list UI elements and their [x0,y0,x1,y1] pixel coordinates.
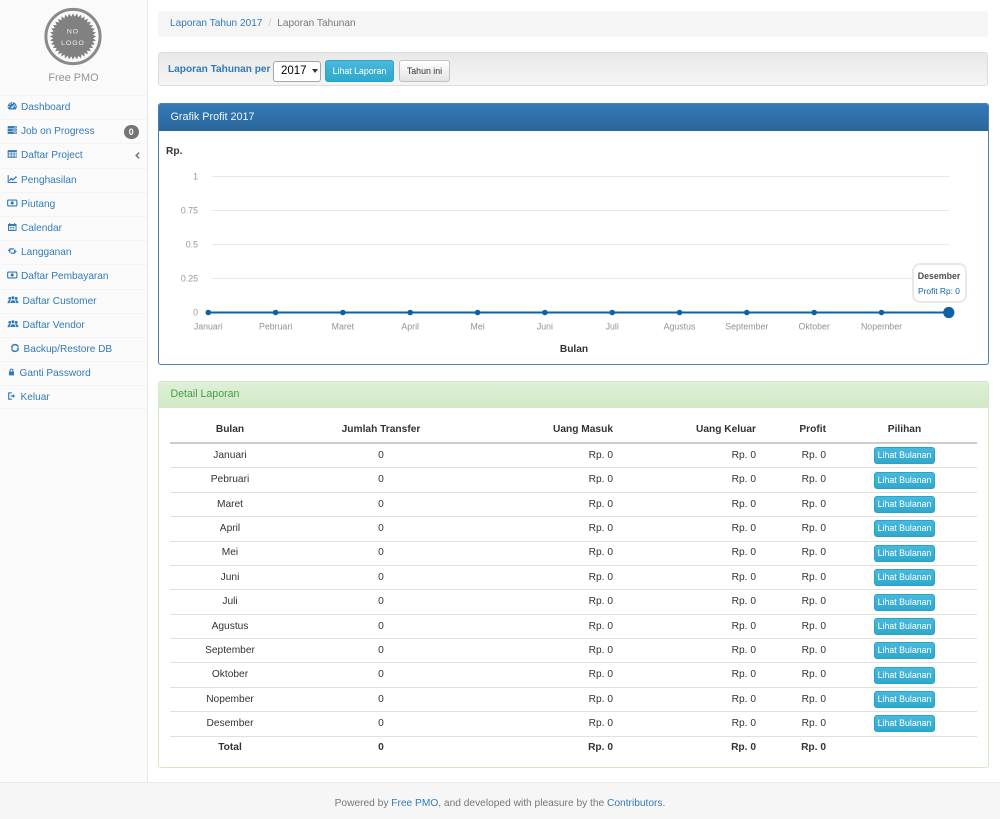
svg-text:Maret: Maret [332,321,355,331]
svg-text:Juli: Juli [606,321,619,331]
svg-text:Pebruari: Pebruari [259,321,292,331]
svg-text:NO: NO [67,29,79,36]
svg-text:0.25: 0.25 [181,273,198,283]
svg-text:0.75: 0.75 [181,205,198,215]
svg-text:Bulan: Bulan [560,344,588,355]
svg-text:LOGO: LOGO [61,40,85,47]
svg-text:0.5: 0.5 [186,239,198,249]
svg-text:Oktober: Oktober [799,321,830,331]
svg-text:Mei: Mei [471,321,485,331]
svg-text:0: 0 [193,307,198,317]
svg-text:Juni: Juni [537,321,553,331]
svg-text:September: September [725,321,768,331]
svg-text:Nopember: Nopember [861,321,902,331]
svg-text:Agustus: Agustus [664,321,696,331]
svg-text:1: 1 [193,171,198,181]
svg-text:April: April [401,321,419,331]
svg-text:Januari: Januari [194,321,223,331]
svg-text:Rp.: Rp. [166,146,183,157]
